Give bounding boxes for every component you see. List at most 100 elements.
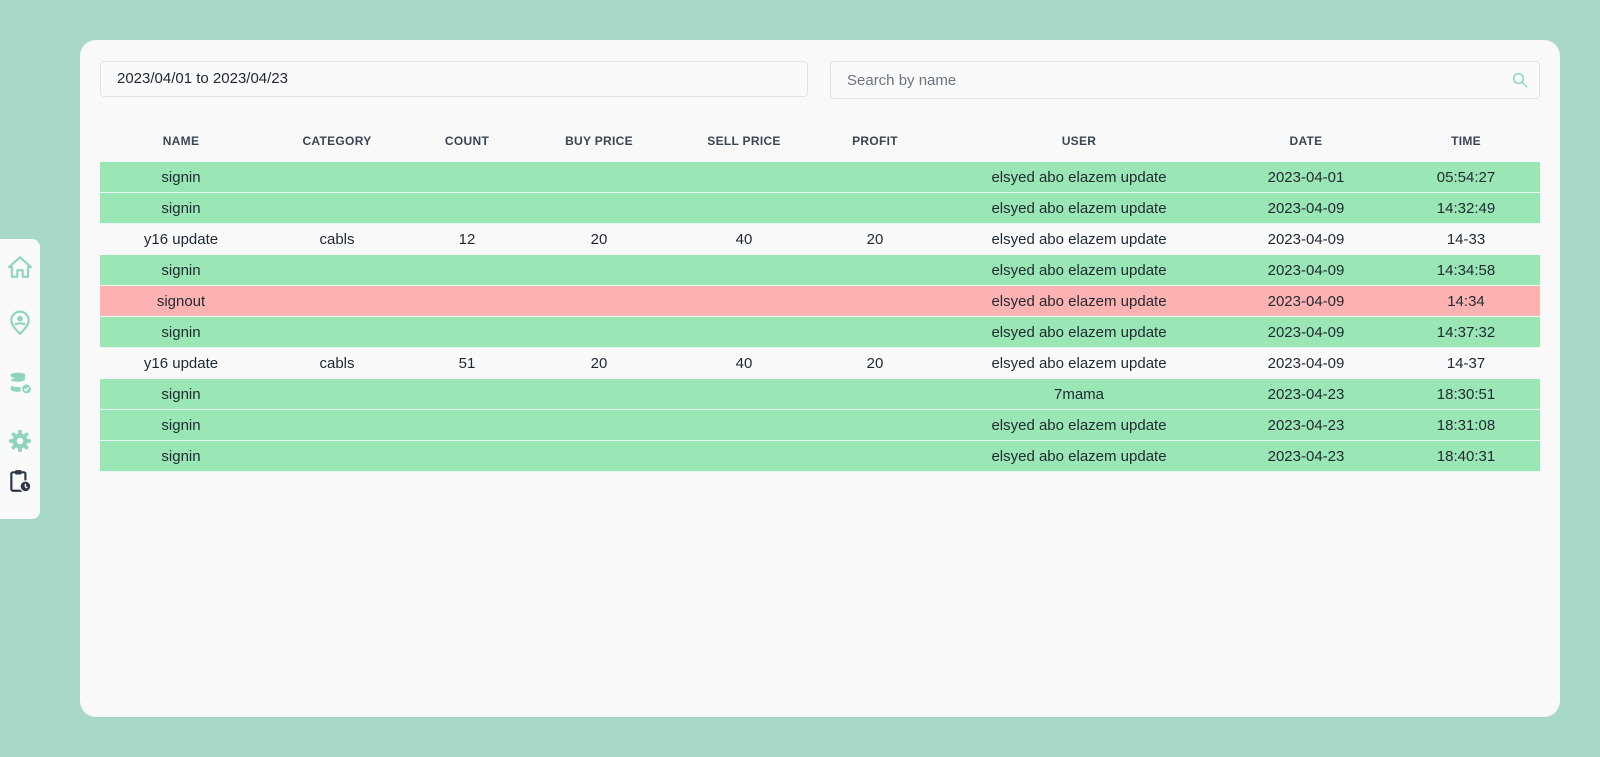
cell-sell-price: 40	[676, 223, 812, 255]
cell-buy-price: 20	[522, 347, 676, 379]
table-row[interactable]: signin elsyed abo elazem update 2023-04-09…	[100, 192, 1540, 224]
cell-sell-price	[676, 409, 812, 441]
table-header: NAME CATEGORY COUNT BUY PRICE SELL PRICE PROF…	[100, 120, 1540, 162]
cell-category: cabls	[262, 223, 412, 255]
cell-buy-price	[522, 285, 676, 317]
column-header-date[interactable]: DATE	[1220, 120, 1392, 162]
table-row[interactable]: signin elsyed abo elazem update 2023-04-23…	[100, 409, 1540, 441]
sidebar-item-logs[interactable]	[6, 467, 34, 495]
cell-sell-price	[676, 316, 812, 348]
cell-user: elsyed abo elazem update	[938, 254, 1220, 286]
cell-profit	[812, 162, 938, 193]
cell-time: 18:40:31	[1392, 440, 1540, 472]
cell-user: elsyed abo elazem update	[938, 316, 1220, 348]
cell-category	[262, 440, 412, 472]
cell-name: y16 update	[100, 223, 262, 255]
cell-profit	[812, 192, 938, 224]
cell-user: elsyed abo elazem update	[938, 440, 1220, 472]
cell-time: 14:37:32	[1392, 316, 1540, 348]
cell-time: 14-33	[1392, 223, 1540, 255]
column-header-time[interactable]: TIME	[1392, 120, 1540, 162]
table-row[interactable]: signin 7mama 2023-04-23 18:30:51	[100, 378, 1540, 410]
table-row[interactable]: signin elsyed abo elazem update 2023-04-01…	[100, 162, 1540, 193]
cell-profit: 20	[812, 223, 938, 255]
cell-category	[262, 162, 412, 193]
cell-time: 05:54:27	[1392, 162, 1540, 193]
cell-date: 2023-04-09	[1220, 316, 1392, 348]
column-header-sell-price[interactable]: SELL PRICE	[676, 120, 812, 162]
table-row[interactable]: y16 update cabls 12 20 40 20 elsyed abo elazem…	[100, 223, 1540, 255]
cell-name: y16 update	[100, 347, 262, 379]
cell-name: signin	[100, 378, 262, 410]
cell-profit	[812, 316, 938, 348]
column-header-name[interactable]: NAME	[100, 120, 262, 162]
cell-profit	[812, 378, 938, 410]
cell-date: 2023-04-23	[1220, 378, 1392, 410]
cell-category: cabls	[262, 347, 412, 379]
search-input[interactable]	[831, 62, 1503, 98]
cell-count	[412, 409, 522, 441]
cell-name: signout	[100, 285, 262, 317]
cell-name: signin	[100, 316, 262, 348]
cell-count	[412, 192, 522, 224]
cell-date: 2023-04-09	[1220, 254, 1392, 286]
cell-profit	[812, 285, 938, 317]
table-row[interactable]: signin elsyed abo elazem update 2023-04-09…	[100, 316, 1540, 348]
table-row[interactable]: signout elsyed abo elazem update 2023-04-0…	[100, 285, 1540, 317]
cell-count	[412, 162, 522, 193]
cell-name: signin	[100, 440, 262, 472]
sidebar	[0, 239, 40, 519]
cell-buy-price	[522, 316, 676, 348]
cell-buy-price	[522, 440, 676, 472]
cell-sell-price	[676, 254, 812, 286]
cell-date: 2023-04-09	[1220, 347, 1392, 379]
sidebar-item-users[interactable]	[6, 309, 34, 337]
cell-profit	[812, 440, 938, 472]
cell-user: 7mama	[938, 378, 1220, 410]
clipboard-clock-icon	[10, 470, 32, 493]
user-location-icon	[10, 310, 30, 336]
cell-date: 2023-04-01	[1220, 162, 1392, 193]
search-field[interactable]	[830, 61, 1540, 99]
cell-time: 14:34	[1392, 285, 1540, 317]
cell-count	[412, 254, 522, 286]
cell-time: 14-37	[1392, 347, 1540, 379]
column-header-buy-price[interactable]: BUY PRICE	[522, 120, 676, 162]
search-icon[interactable]	[1511, 71, 1529, 89]
cell-sell-price	[676, 378, 812, 410]
cell-category	[262, 254, 412, 286]
column-header-category[interactable]: CATEGORY	[262, 120, 412, 162]
main-panel: 2023/04/01 to 2023/04/23 NAMECATEGORYCOU…	[80, 40, 1560, 717]
cell-date: 2023-04-09	[1220, 285, 1392, 317]
cell-buy-price	[522, 192, 676, 224]
column-header-user[interactable]: USER	[938, 120, 1220, 162]
cell-profit	[812, 409, 938, 441]
cell-buy-price	[522, 409, 676, 441]
column-header-count[interactable]: COUNT	[412, 120, 522, 162]
sidebar-item-settings[interactable]	[6, 427, 34, 455]
cell-buy-price: 20	[522, 223, 676, 255]
sidebar-item-inventory[interactable]	[6, 369, 34, 397]
table-body: signin elsyed abo elazem update 2023-04-01…	[100, 162, 1540, 472]
date-range-picker[interactable]: 2023/04/01 to 2023/04/23	[100, 61, 808, 97]
cell-sell-price: 40	[676, 347, 812, 379]
cell-category	[262, 285, 412, 317]
cell-date: 2023-04-09	[1220, 223, 1392, 255]
cell-name: signin	[100, 162, 262, 193]
column-header-profit[interactable]: PROFIT	[812, 120, 938, 162]
cell-user: elsyed abo elazem update	[938, 347, 1220, 379]
cell-sell-price	[676, 162, 812, 193]
cell-sell-price	[676, 192, 812, 224]
table-row[interactable]: signin elsyed abo elazem update 2023-04-23…	[100, 440, 1540, 472]
sidebar-item-home[interactable]	[6, 253, 34, 281]
table-row[interactable]: signin elsyed abo elazem update 2023-04-09…	[100, 254, 1540, 286]
cell-date: 2023-04-23	[1220, 409, 1392, 441]
cell-name: signin	[100, 192, 262, 224]
home-icon	[8, 256, 32, 278]
table-row[interactable]: y16 update cabls 51 20 40 20 elsyed abo elazem…	[100, 347, 1540, 379]
cell-user: elsyed abo elazem update	[938, 285, 1220, 317]
cell-date: 2023-04-09	[1220, 192, 1392, 224]
cell-date: 2023-04-23	[1220, 440, 1392, 472]
cell-category	[262, 192, 412, 224]
cell-profit	[812, 254, 938, 286]
